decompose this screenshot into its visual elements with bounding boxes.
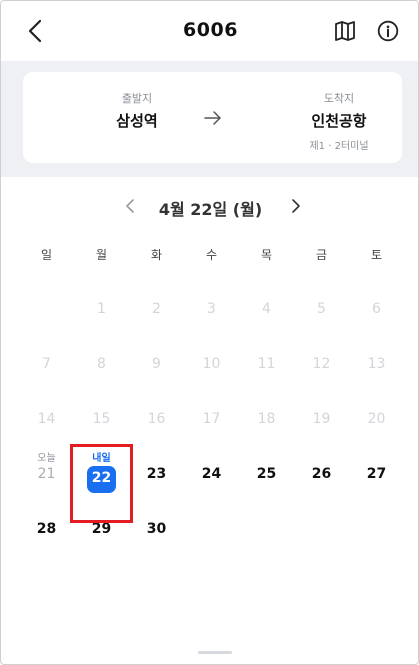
calendar-day: 9 (129, 336, 184, 391)
day-number: 28 (36, 521, 57, 537)
calendar-day: 1 (74, 281, 129, 336)
day-number: 30 (146, 521, 167, 537)
day-number: 18 (257, 411, 276, 427)
calendar-day: 20 (349, 391, 404, 446)
day-number: 9 (152, 356, 161, 372)
day-number: 13 (367, 356, 386, 372)
day-number: 16 (147, 411, 166, 427)
calendar-day[interactable]: 25 (239, 446, 294, 501)
day-number: 20 (367, 411, 386, 427)
calendar-day: 11 (239, 336, 294, 391)
calendar-day: 17 (184, 391, 239, 446)
weekday-label: 금 (315, 248, 328, 262)
weekday-header: 일 월 화 수 목 금 토 (19, 246, 404, 263)
day-number: 19 (312, 411, 331, 427)
app-frame: 6006 출발지 삼성역 도착지 인천공항 제1 · 2터미널 4월 22일 (… (0, 0, 419, 665)
chevron-right-icon (292, 199, 300, 213)
destination-terminal: 제1 · 2터미널 (309, 141, 369, 152)
calendar-day: 13 (349, 336, 404, 391)
bottom-sheet-handle[interactable] (198, 651, 232, 654)
day-number: 17 (202, 411, 221, 427)
calendar-day: 16 (129, 391, 184, 446)
day-number: 14 (37, 411, 56, 427)
arrow-right-icon (204, 111, 221, 125)
calendar-week: 7 8 9 10 11 12 13 (19, 336, 404, 391)
day-number: 29 (91, 521, 112, 537)
calendar-day[interactable]: 23 (129, 446, 184, 501)
day-number: 15 (92, 411, 111, 427)
weekday-label: 목 (260, 248, 273, 262)
calendar-day: 10 (184, 336, 239, 391)
day-number: 24 (201, 466, 222, 482)
day-number: 11 (257, 356, 276, 372)
calendar-day: 14 (19, 391, 74, 446)
info-icon (377, 20, 399, 42)
weekday-label: 월 (95, 248, 108, 262)
day-number: 1 (97, 301, 106, 317)
day-number: 26 (311, 466, 332, 482)
calendar-day: 6 (349, 281, 404, 336)
departure-label: 출발지 (121, 92, 153, 105)
weekday-label: 토 (370, 248, 383, 262)
calendar-day[interactable]: 24 (184, 446, 239, 501)
selection-highlight (70, 444, 133, 523)
day-number: 4 (262, 301, 271, 317)
day-number: 12 (312, 356, 331, 372)
destination-name: 인천공항 (311, 112, 367, 130)
departure[interactable]: 출발지 삼성역 (67, 72, 207, 131)
info-button[interactable] (374, 17, 402, 45)
calendar-day: 3 (184, 281, 239, 336)
day-number: 10 (202, 356, 221, 372)
day-number: 5 (317, 301, 326, 317)
day-number: 23 (146, 466, 167, 482)
selected-date-label: 4월 22일 (월) (158, 200, 263, 219)
calendar-week: 14 15 16 17 18 19 20 (19, 391, 404, 446)
header: 6006 (1, 1, 418, 61)
calendar-day[interactable]: 28 (19, 501, 74, 556)
day-tag: 오늘 (37, 453, 56, 464)
calendar-day: 7 (19, 336, 74, 391)
destination-label: 도착지 (323, 92, 355, 105)
day-number: 21 (37, 466, 56, 482)
day-number: 25 (256, 466, 277, 482)
calendar-day[interactable]: 26 (294, 446, 349, 501)
calendar-nav: 4월 22일 (월) (1, 187, 418, 227)
departure-name: 삼성역 (116, 112, 158, 130)
calendar-day: 오늘 21 (19, 446, 74, 501)
next-month-button[interactable] (285, 195, 307, 217)
calendar-day: 19 (294, 391, 349, 446)
day-number: 6 (372, 301, 381, 317)
calendar-day: 4 (239, 281, 294, 336)
destination[interactable]: 도착지 인천공항 제1 · 2터미널 (269, 72, 409, 152)
calendar-day: 18 (239, 391, 294, 446)
map-button[interactable] (331, 17, 359, 45)
calendar-day: 5 (294, 281, 349, 336)
day-number: 7 (42, 356, 51, 372)
weekday-label: 화 (150, 248, 163, 262)
day-number: 2 (152, 301, 161, 317)
weekday-label: 일 (40, 248, 53, 262)
calendar-day: 2 (129, 281, 184, 336)
day-number: 3 (207, 301, 216, 317)
calendar-day: 12 (294, 336, 349, 391)
calendar-day: 8 (74, 336, 129, 391)
calendar-week: 1 2 3 4 5 6 (19, 281, 404, 336)
weekday-label: 수 (205, 248, 218, 262)
route-card: 출발지 삼성역 도착지 인천공항 제1 · 2터미널 (23, 72, 402, 163)
calendar-day[interactable]: 27 (349, 446, 404, 501)
map-icon (335, 21, 355, 41)
route-section: 출발지 삼성역 도착지 인천공항 제1 · 2터미널 (1, 61, 418, 177)
calendar-day: 15 (74, 391, 129, 446)
day-number: 8 (97, 356, 106, 372)
calendar-day[interactable]: 30 (129, 501, 184, 556)
day-number: 27 (366, 466, 387, 482)
